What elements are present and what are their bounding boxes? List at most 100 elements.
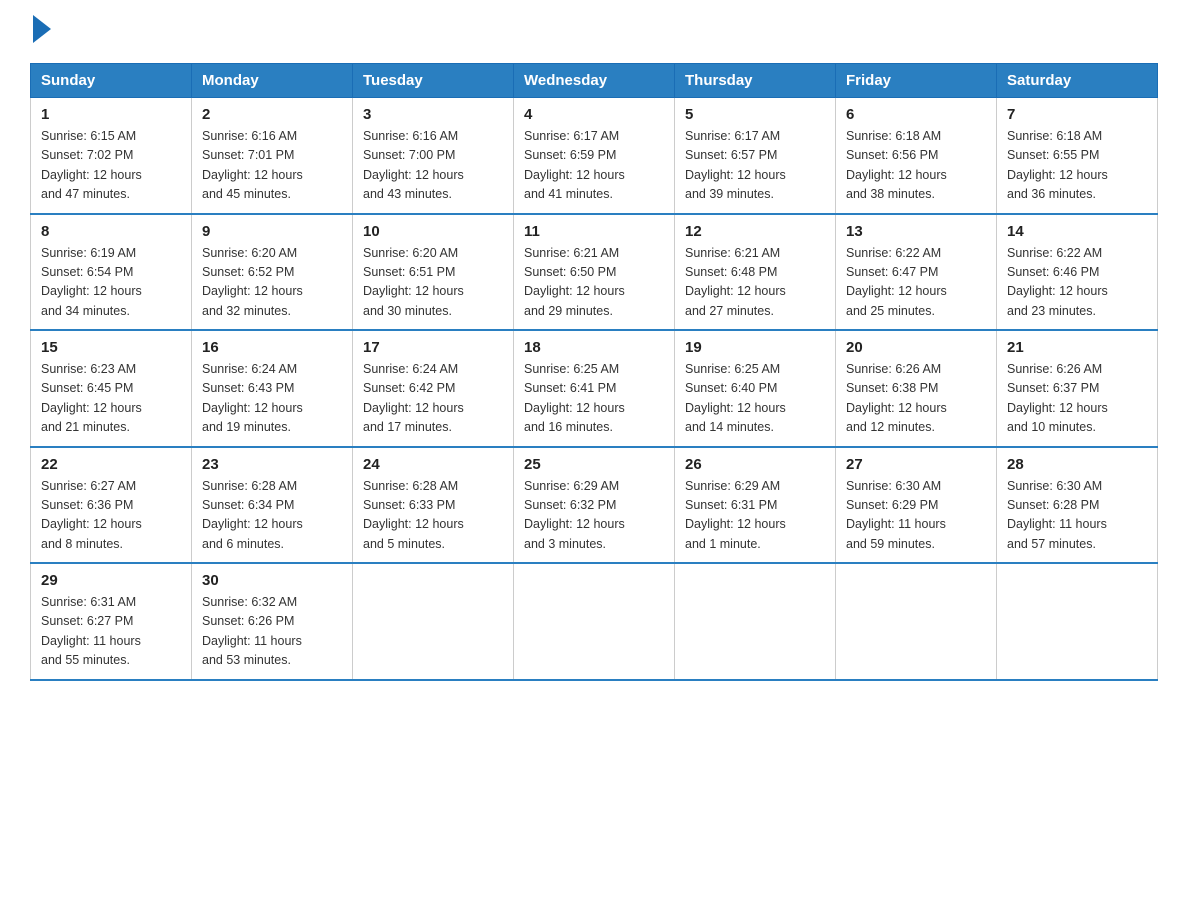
day-number: 7 (1007, 106, 1147, 123)
calendar-cell: 1 Sunrise: 6:15 AMSunset: 7:02 PMDaylight… (31, 98, 192, 214)
day-number: 26 (685, 456, 825, 473)
calendar-cell: 20 Sunrise: 6:26 AMSunset: 6:38 PMDayligh… (836, 330, 997, 447)
calendar-cell: 11 Sunrise: 6:21 AMSunset: 6:50 PMDayligh… (514, 214, 675, 331)
day-number: 16 (202, 339, 342, 356)
day-number: 21 (1007, 339, 1147, 356)
day-number: 15 (41, 339, 181, 356)
header-thursday: Thursday (675, 64, 836, 98)
header-friday: Friday (836, 64, 997, 98)
calendar-cell: 18 Sunrise: 6:25 AMSunset: 6:41 PMDayligh… (514, 330, 675, 447)
day-info: Sunrise: 6:20 AMSunset: 6:51 PMDaylight:… (363, 246, 464, 318)
calendar-cell: 27Sunrise: 6:30 AMSunset: 6:29 PMDayligh… (836, 447, 997, 564)
day-info: Sunrise: 6:15 AMSunset: 7:02 PMDaylight:… (41, 129, 142, 201)
day-info: Sunrise: 6:21 AMSunset: 6:50 PMDaylight:… (524, 246, 625, 318)
calendar-cell: 29 Sunrise: 6:31 AMSunset: 6:27 PMDayligh… (31, 563, 192, 680)
day-number: 18 (524, 339, 664, 356)
day-number: 4 (524, 106, 664, 123)
day-number: 17 (363, 339, 503, 356)
logo (30, 20, 51, 43)
day-number: 23 (202, 456, 342, 473)
day-number: 5 (685, 106, 825, 123)
day-info: Sunrise: 6:31 AMSunset: 6:27 PMDaylight:… (41, 595, 141, 667)
calendar-cell: 9 Sunrise: 6:20 AMSunset: 6:52 PMDaylight… (192, 214, 353, 331)
day-number: 1 (41, 106, 181, 123)
calendar-cell: 5 Sunrise: 6:17 AMSunset: 6:57 PMDaylight… (675, 98, 836, 214)
day-info: Sunrise: 6:25 AMSunset: 6:41 PMDaylight:… (524, 362, 625, 434)
calendar-cell: 25 Sunrise: 6:29 AMSunset: 6:32 PMDayligh… (514, 447, 675, 564)
day-info: Sunrise: 6:18 AMSunset: 6:55 PMDaylight:… (1007, 129, 1108, 201)
day-info: Sunrise: 6:24 AMSunset: 6:42 PMDaylight:… (363, 362, 464, 434)
day-number: 19 (685, 339, 825, 356)
calendar-cell: 2Sunrise: 6:16 AMSunset: 7:01 PMDaylight… (192, 98, 353, 214)
day-number: 27 (846, 456, 986, 473)
day-number: 6 (846, 106, 986, 123)
week-row-3: 15 Sunrise: 6:23 AMSunset: 6:45 PMDayligh… (31, 330, 1158, 447)
day-info: Sunrise: 6:21 AMSunset: 6:48 PMDaylight:… (685, 246, 786, 318)
day-number: 20 (846, 339, 986, 356)
calendar-cell: 4 Sunrise: 6:17 AMSunset: 6:59 PMDaylight… (514, 98, 675, 214)
header-wednesday: Wednesday (514, 64, 675, 98)
calendar-cell (836, 563, 997, 680)
logo-triangle-icon (33, 15, 51, 43)
day-number: 13 (846, 223, 986, 240)
day-number: 25 (524, 456, 664, 473)
day-number: 8 (41, 223, 181, 240)
calendar-header-row: SundayMondayTuesdayWednesdayThursdayFrid… (31, 64, 1158, 98)
day-info: Sunrise: 6:25 AMSunset: 6:40 PMDaylight:… (685, 362, 786, 434)
day-info: Sunrise: 6:17 AMSunset: 6:57 PMDaylight:… (685, 129, 786, 201)
calendar-cell: 26Sunrise: 6:29 AMSunset: 6:31 PMDayligh… (675, 447, 836, 564)
week-row-5: 29 Sunrise: 6:31 AMSunset: 6:27 PMDayligh… (31, 563, 1158, 680)
day-number: 11 (524, 223, 664, 240)
calendar-cell: 22 Sunrise: 6:27 AMSunset: 6:36 PMDayligh… (31, 447, 192, 564)
calendar-cell (997, 563, 1158, 680)
calendar-cell: 23Sunrise: 6:28 AMSunset: 6:34 PMDayligh… (192, 447, 353, 564)
header-sunday: Sunday (31, 64, 192, 98)
day-info: Sunrise: 6:28 AMSunset: 6:33 PMDaylight:… (363, 479, 464, 551)
day-info: Sunrise: 6:22 AMSunset: 6:47 PMDaylight:… (846, 246, 947, 318)
calendar-cell: 17 Sunrise: 6:24 AMSunset: 6:42 PMDayligh… (353, 330, 514, 447)
calendar-cell: 15 Sunrise: 6:23 AMSunset: 6:45 PMDayligh… (31, 330, 192, 447)
day-info: Sunrise: 6:22 AMSunset: 6:46 PMDaylight:… (1007, 246, 1108, 318)
header-tuesday: Tuesday (353, 64, 514, 98)
day-info: Sunrise: 6:24 AMSunset: 6:43 PMDaylight:… (202, 362, 303, 434)
calendar-cell (353, 563, 514, 680)
week-row-2: 8Sunrise: 6:19 AMSunset: 6:54 PMDaylight… (31, 214, 1158, 331)
day-info: Sunrise: 6:23 AMSunset: 6:45 PMDaylight:… (41, 362, 142, 434)
header-monday: Monday (192, 64, 353, 98)
calendar-cell: 3 Sunrise: 6:16 AMSunset: 7:00 PMDaylight… (353, 98, 514, 214)
day-number: 10 (363, 223, 503, 240)
day-info: Sunrise: 6:26 AMSunset: 6:38 PMDaylight:… (846, 362, 947, 434)
day-info: Sunrise: 6:30 AMSunset: 6:28 PMDaylight:… (1007, 479, 1107, 551)
calendar-cell: 19 Sunrise: 6:25 AMSunset: 6:40 PMDayligh… (675, 330, 836, 447)
day-number: 22 (41, 456, 181, 473)
header-saturday: Saturday (997, 64, 1158, 98)
day-number: 29 (41, 572, 181, 589)
day-number: 2 (202, 106, 342, 123)
calendar-cell: 7 Sunrise: 6:18 AMSunset: 6:55 PMDaylight… (997, 98, 1158, 214)
day-number: 24 (363, 456, 503, 473)
day-info: Sunrise: 6:18 AMSunset: 6:56 PMDaylight:… (846, 129, 947, 201)
calendar-cell: 13 Sunrise: 6:22 AMSunset: 6:47 PMDayligh… (836, 214, 997, 331)
day-number: 12 (685, 223, 825, 240)
calendar-table: SundayMondayTuesdayWednesdayThursdayFrid… (30, 63, 1158, 681)
calendar-cell: 16 Sunrise: 6:24 AMSunset: 6:43 PMDayligh… (192, 330, 353, 447)
day-number: 3 (363, 106, 503, 123)
calendar-cell (675, 563, 836, 680)
calendar-cell: 30Sunrise: 6:32 AMSunset: 6:26 PMDayligh… (192, 563, 353, 680)
day-info: Sunrise: 6:16 AMSunset: 7:00 PMDaylight:… (363, 129, 464, 201)
calendar-cell: 21 Sunrise: 6:26 AMSunset: 6:37 PMDayligh… (997, 330, 1158, 447)
page-header (30, 20, 1158, 43)
day-number: 9 (202, 223, 342, 240)
day-info: Sunrise: 6:26 AMSunset: 6:37 PMDaylight:… (1007, 362, 1108, 434)
calendar-cell (514, 563, 675, 680)
day-info: Sunrise: 6:29 AMSunset: 6:32 PMDaylight:… (524, 479, 625, 551)
week-row-4: 22 Sunrise: 6:27 AMSunset: 6:36 PMDayligh… (31, 447, 1158, 564)
calendar-cell: 14 Sunrise: 6:22 AMSunset: 6:46 PMDayligh… (997, 214, 1158, 331)
calendar-cell: 24 Sunrise: 6:28 AMSunset: 6:33 PMDayligh… (353, 447, 514, 564)
day-info: Sunrise: 6:20 AMSunset: 6:52 PMDaylight:… (202, 246, 303, 318)
calendar-cell: 8Sunrise: 6:19 AMSunset: 6:54 PMDaylight… (31, 214, 192, 331)
day-number: 14 (1007, 223, 1147, 240)
day-info: Sunrise: 6:27 AMSunset: 6:36 PMDaylight:… (41, 479, 142, 551)
day-info: Sunrise: 6:17 AMSunset: 6:59 PMDaylight:… (524, 129, 625, 201)
calendar-cell: 28Sunrise: 6:30 AMSunset: 6:28 PMDayligh… (997, 447, 1158, 564)
